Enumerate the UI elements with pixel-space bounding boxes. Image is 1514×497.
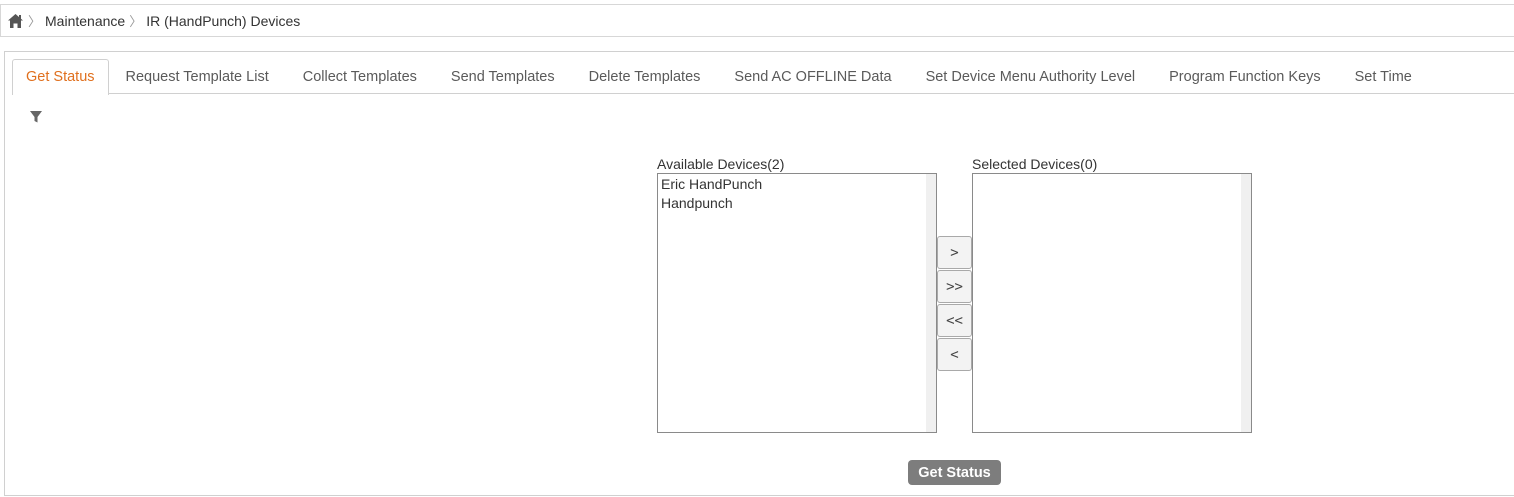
breadcrumb-maintenance[interactable]: Maintenance (45, 13, 125, 29)
breadcrumb-current-page: IR (HandPunch) Devices (146, 12, 301, 29)
list-item[interactable]: Eric HandPunch (658, 175, 936, 194)
selected-devices-label: Selected Devices(0) (972, 156, 1098, 172)
available-devices-list[interactable]: Eric HandPunch Handpunch (657, 173, 937, 433)
tab-set-device-menu-authority-level[interactable]: Set Device Menu Authority Level (909, 59, 1153, 94)
get-status-button[interactable]: Get Status (908, 460, 1001, 485)
scrollbar[interactable] (1241, 174, 1251, 432)
tab-collect-templates[interactable]: Collect Templates (286, 59, 434, 94)
breadcrumb-separator: 〉 (129, 15, 143, 30)
tab-request-template-list[interactable]: Request Template List (109, 59, 286, 94)
tab-set-time[interactable]: Set Time (1338, 59, 1429, 94)
breadcrumb: 〉 Maintenance 〉 IR (HandPunch) Devices (0, 4, 1514, 37)
move-all-left-button[interactable]: << (937, 304, 972, 337)
move-one-right-button[interactable]: > (937, 236, 972, 269)
main-panel: Get Status Request Template List Collect… (4, 51, 1514, 496)
tab-send-templates[interactable]: Send Templates (434, 59, 572, 94)
breadcrumb-separator: 〉 (28, 15, 42, 30)
filter-icon[interactable] (29, 110, 43, 124)
list-item[interactable]: Handpunch (658, 194, 936, 213)
selected-devices-list[interactable] (972, 173, 1252, 433)
scrollbar[interactable] (926, 174, 936, 432)
available-devices-label: Available Devices(2) (657, 156, 785, 172)
tab-delete-templates[interactable]: Delete Templates (572, 59, 718, 94)
tab-program-function-keys[interactable]: Program Function Keys (1152, 59, 1338, 94)
move-one-left-button[interactable]: < (937, 338, 972, 371)
move-all-right-button[interactable]: >> (937, 270, 972, 303)
tab-get-status[interactable]: Get Status (12, 59, 109, 95)
tab-bar: Get Status Request Template List Collect… (12, 59, 1514, 95)
home-icon[interactable] (6, 12, 24, 30)
tab-send-ac-offline-data[interactable]: Send AC OFFLINE Data (717, 59, 908, 94)
